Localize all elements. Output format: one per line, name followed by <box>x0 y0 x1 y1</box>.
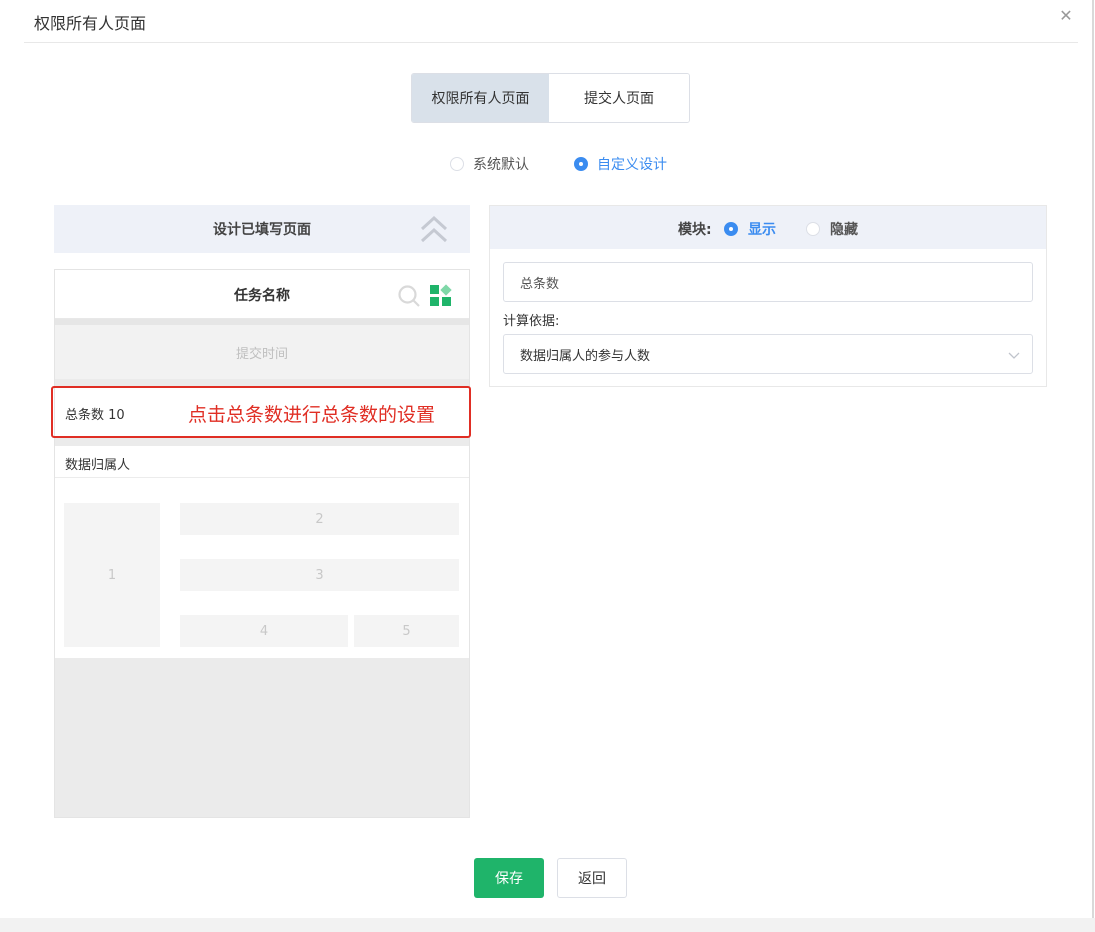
radio-circle-checked[interactable] <box>574 157 588 171</box>
close-icon[interactable]: ✕ <box>1058 8 1074 24</box>
chevron-down-icon <box>1008 349 1020 359</box>
radio-circle-checked[interactable] <box>724 222 738 236</box>
page-bottom-strip <box>0 918 1095 932</box>
module-name-input[interactable]: 总条数 <box>503 262 1033 302</box>
apps-icon[interactable] <box>429 284 453 308</box>
block-2[interactable]: 2 <box>180 503 459 535</box>
module-settings-panel: 模块: 显示 隐藏 总条数 计算依据: 数据归属人的参与人数 <box>489 205 1047 387</box>
radio-show[interactable]: 显示 <box>724 219 776 239</box>
radio-circle[interactable] <box>806 222 820 236</box>
tab-submitter-page[interactable]: 提交人页面 <box>549 74 689 122</box>
back-button[interactable]: 返回 <box>557 858 627 898</box>
save-button[interactable]: 保存 <box>474 858 544 898</box>
radio-label: 自定义设计 <box>597 157 667 173</box>
module-settings-header: 模块: 显示 隐藏 <box>490 206 1046 249</box>
block-5[interactable]: 5 <box>354 615 459 647</box>
double-chevron-up-icon[interactable] <box>418 212 450 246</box>
left-panel-header: 设计已填写页面 <box>54 205 470 253</box>
search-icon[interactable] <box>397 284 421 308</box>
page-type-segmented: 权限所有人页面 提交人页面 <box>411 73 690 123</box>
calc-basis-value: 数据归属人的参与人数 <box>520 348 651 364</box>
calc-basis-select[interactable]: 数据归属人的参与人数 <box>503 334 1033 374</box>
submit-time-row[interactable]: 提交时间 <box>55 325 469 379</box>
block-4[interactable]: 4 <box>180 615 348 647</box>
annotation-text: 点击总条数进行总条数的设置 <box>188 404 436 426</box>
data-owner-label: 数据归属人 <box>65 458 131 473</box>
layout-blocks: 1 2 3 4 5 <box>55 478 469 658</box>
radio-show-label: 显示 <box>748 222 776 238</box>
radio-system-default[interactable]: 系统默认 <box>450 155 529 173</box>
block-3[interactable]: 3 <box>180 559 459 591</box>
block-1[interactable]: 1 <box>64 503 160 647</box>
radio-hide[interactable]: 隐藏 <box>806 219 858 239</box>
radio-hide-label: 隐藏 <box>830 222 858 238</box>
left-panel-title: 设计已填写页面 <box>213 222 311 238</box>
calc-basis-label: 计算依据: <box>503 314 560 329</box>
module-name-value: 总条数 <box>520 276 560 292</box>
dialog: 权限所有人页面 ✕ 权限所有人页面 提交人页面 系统默认 自定义设计 设计已填写… <box>0 0 1095 918</box>
title-divider <box>24 42 1078 43</box>
phone-preview: 任务名称 提交时间 总条数 10 数据归属人 1 2 3 4 5 <box>54 269 470 818</box>
radio-circle[interactable] <box>450 157 464 171</box>
module-label: 模块: <box>678 222 712 238</box>
data-owner-row[interactable]: 数据归属人 <box>55 446 469 478</box>
dialog-title: 权限所有人页面 <box>34 14 147 33</box>
total-count-label: 总条数 10 <box>65 408 125 423</box>
phone-header: 任务名称 <box>55 270 469 319</box>
tab-owner-page[interactable]: 权限所有人页面 <box>412 74 549 122</box>
radio-label: 系统默认 <box>473 157 529 173</box>
dialog-edge <box>1092 0 1094 918</box>
radio-custom-design[interactable]: 自定义设计 <box>574 155 667 173</box>
